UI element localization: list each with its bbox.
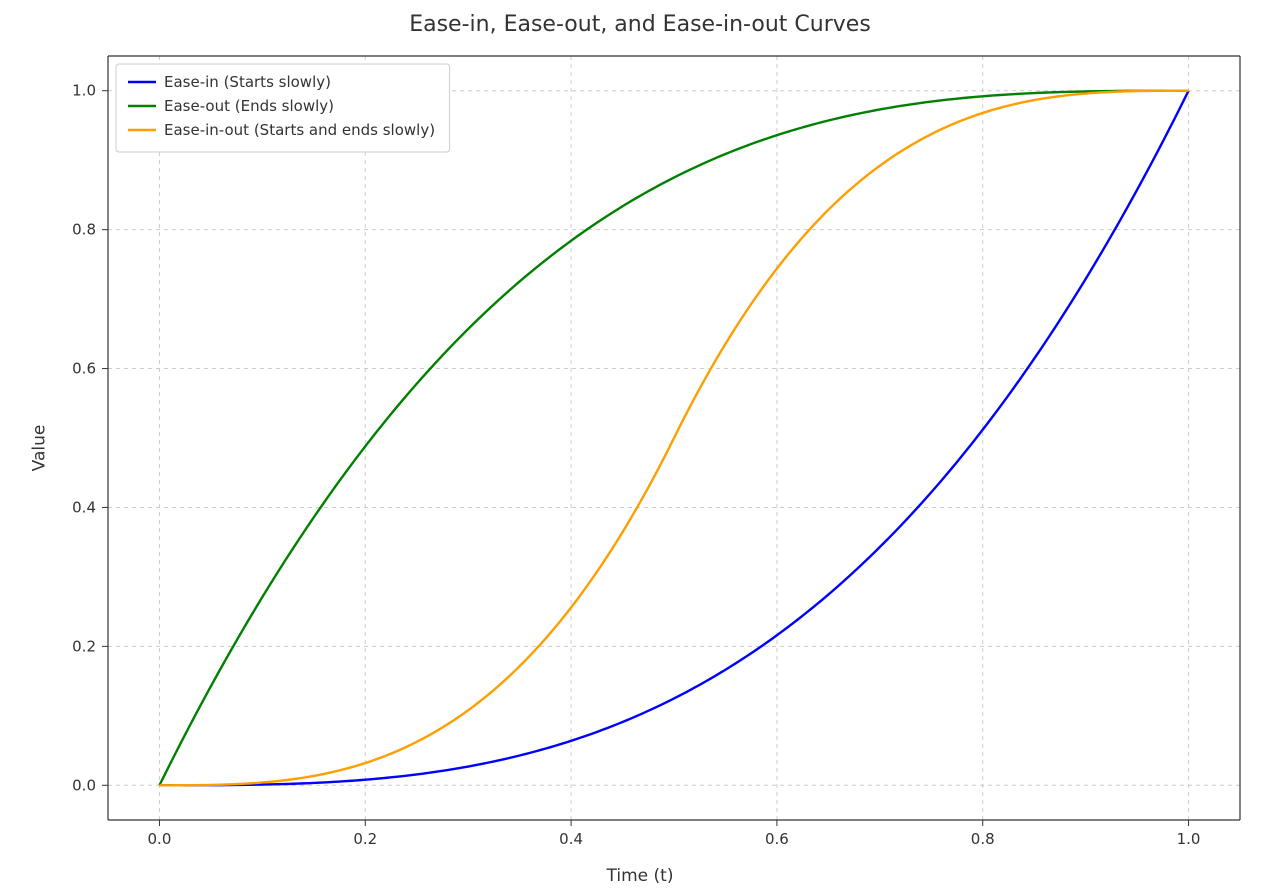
y-tick-label: 1.0 bbox=[72, 82, 96, 100]
chart-figure: Ease-in, Ease-out, and Ease-in-out Curve… bbox=[0, 0, 1280, 896]
y-tick-label: 0.2 bbox=[72, 637, 96, 655]
x-tick-label: 0.0 bbox=[148, 830, 172, 848]
x-tick-label: 1.0 bbox=[1177, 830, 1201, 848]
y-tick-label: 0.0 bbox=[72, 776, 96, 794]
legend-entry: Ease-in-out (Starts and ends slowly) bbox=[164, 121, 435, 139]
legend-entry: Ease-out (Ends slowly) bbox=[164, 97, 334, 115]
x-tick-label: 0.6 bbox=[765, 830, 789, 848]
y-tick-label: 0.4 bbox=[72, 498, 96, 516]
x-tick-label: 0.4 bbox=[559, 830, 583, 848]
legend-entry: Ease-in (Starts slowly) bbox=[164, 73, 331, 91]
x-tick-label: 0.8 bbox=[971, 830, 995, 848]
y-tick-label: 0.6 bbox=[72, 360, 96, 378]
chart-canvas: 0.00.20.40.60.81.00.00.20.40.60.81.0Ease… bbox=[0, 0, 1280, 896]
series-line bbox=[159, 91, 1188, 786]
y-tick-label: 0.8 bbox=[72, 221, 96, 239]
x-tick-label: 0.2 bbox=[353, 830, 377, 848]
